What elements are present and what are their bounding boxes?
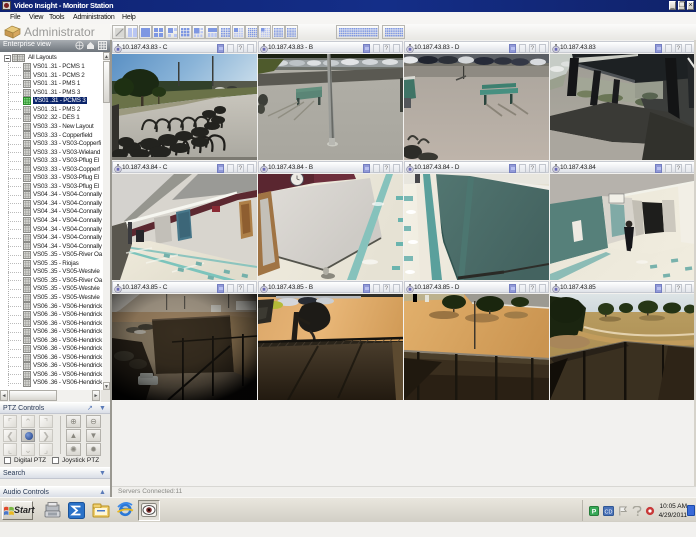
svg-text:P: P (592, 509, 597, 516)
svg-text:CD: CD (605, 509, 613, 515)
